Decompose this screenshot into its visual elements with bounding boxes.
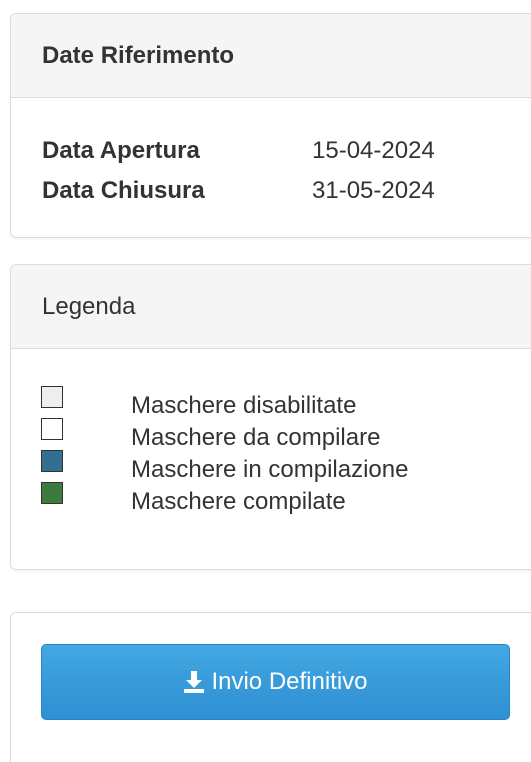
final-submit-button[interactable]: Invio Definitivo bbox=[41, 644, 510, 720]
final-submit-label: Invio Definitivo bbox=[211, 668, 368, 695]
legend-swatch-completed bbox=[41, 482, 63, 504]
closing-date-label: Data Chiusura bbox=[42, 177, 205, 204]
legend-label-to-fill: Maschere da compilare bbox=[131, 424, 381, 451]
closing-date-row: Data Chiusura 31-05-2024 bbox=[42, 171, 531, 211]
legend-label-completed: Maschere compilate bbox=[131, 488, 346, 515]
opening-date-row: Data Apertura 15-04-2024 bbox=[42, 131, 531, 171]
legend-item-disabled: Maschere disabilitate bbox=[41, 381, 531, 419]
legend-swatch-disabled bbox=[41, 386, 63, 408]
submit-panel: Invio Definitivo bbox=[10, 612, 531, 762]
closing-date-value: 31-05-2024 bbox=[312, 177, 435, 204]
legend-body: Maschere disabilitate Maschere da compil… bbox=[11, 349, 531, 515]
reference-dates-panel: Date Riferimento Data Apertura 15-04-202… bbox=[10, 13, 531, 238]
legend-label-in-progress: Maschere in compilazione bbox=[131, 456, 409, 483]
reference-dates-body: Data Apertura 15-04-2024 Data Chiusura 3… bbox=[11, 98, 531, 211]
legend-panel: Legenda Maschere disabilitate Maschere d… bbox=[10, 264, 531, 570]
download-icon bbox=[184, 671, 205, 693]
legend-label-disabled: Maschere disabilitate bbox=[131, 392, 357, 419]
reference-dates-title: Date Riferimento bbox=[11, 14, 531, 98]
legend-swatch-in-progress bbox=[41, 450, 63, 472]
opening-date-label: Data Apertura bbox=[42, 137, 200, 164]
opening-date-value: 15-04-2024 bbox=[312, 137, 435, 164]
legend-title: Legenda bbox=[11, 265, 531, 349]
legend-swatch-to-fill bbox=[41, 418, 63, 440]
